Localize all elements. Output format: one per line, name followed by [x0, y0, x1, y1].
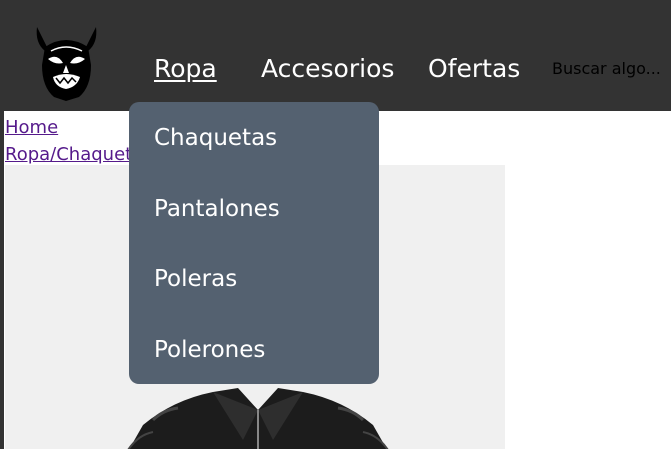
dropdown-item-polerones[interactable]: Polerones: [129, 314, 379, 385]
nav-link-ofertas[interactable]: Ofertas: [428, 52, 520, 86]
search-input[interactable]: [546, 53, 671, 83]
dropdown-item-chaquetas[interactable]: Chaquetas: [129, 102, 379, 173]
nav-link-ropa[interactable]: Ropa: [154, 52, 217, 86]
oni-mask-icon[interactable]: [33, 25, 100, 102]
top-navbar: Ropa Accesorios Ofertas: [0, 0, 671, 111]
dropdown-item-pantalones[interactable]: Pantalones: [129, 173, 379, 244]
leather-jacket-image: [127, 388, 389, 449]
ropa-dropdown-menu: Chaquetas Pantalones Poleras Polerones: [129, 102, 379, 384]
nav-link-accesorios[interactable]: Accesorios: [261, 52, 394, 86]
dropdown-item-poleras[interactable]: Poleras: [129, 243, 379, 314]
